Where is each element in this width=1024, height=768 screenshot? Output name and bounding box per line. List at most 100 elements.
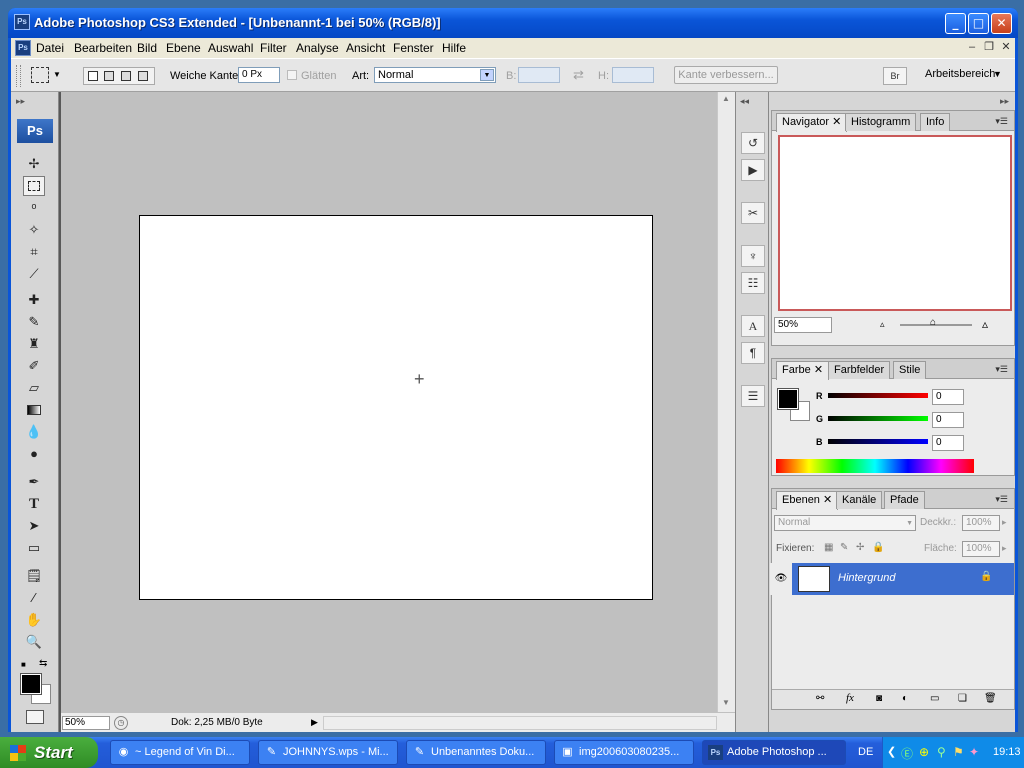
zoom-field[interactable]: 50% (62, 716, 110, 730)
options-grip[interactable] (16, 65, 21, 87)
close-icon[interactable]: ✕ (832, 116, 841, 128)
lock-transparency-icon[interactable]: ▦ (824, 542, 833, 553)
tab-pfade[interactable]: Pfade (884, 491, 925, 509)
character-panel-icon[interactable]: A (741, 315, 765, 337)
swap-icon[interactable]: ⇄ (573, 67, 584, 83)
eyedropper-tool-icon[interactable]: ⁄ (23, 588, 45, 608)
menu-datei[interactable]: Datei (36, 41, 64, 55)
panel-menu-icon[interactable]: ▾☰ (995, 364, 1008, 375)
tool-presets-panel-icon[interactable]: ✂ (741, 202, 765, 224)
fill-input[interactable]: 100% (962, 541, 1000, 557)
red-input[interactable]: 0 (932, 389, 964, 405)
layer-visibility-eye-icon[interactable]: 👁 (770, 563, 792, 595)
refine-edge-button[interactable]: Kante verbessern... (674, 66, 778, 84)
rectangle-tool-icon[interactable]: ▭ (23, 538, 45, 558)
tab-navigator[interactable]: Navigator ✕ (776, 113, 848, 132)
new-selection-icon[interactable] (88, 71, 98, 81)
taskbar-item-photoshop[interactable]: Ps Adobe Photoshop ... (702, 740, 846, 765)
tray-app-icon-4[interactable]: ⚑ (953, 745, 964, 759)
status-info-icon[interactable]: ◷ (114, 716, 128, 730)
taskbar-item-firefox[interactable]: ◉ ~ Legend of Vin Di... (110, 740, 250, 765)
paragraph-panel-icon[interactable]: ¶ (741, 342, 765, 364)
tab-farbfelder[interactable]: Farbfelder (828, 361, 891, 379)
workspace-menu[interactable]: Arbeitsbereich (925, 68, 995, 80)
tab-histogram[interactable]: Histogramm (845, 113, 917, 131)
blur-tool-icon[interactable]: 💧 (23, 422, 45, 442)
healing-brush-tool-icon[interactable]: ✚ (23, 290, 45, 310)
pen-tool-icon[interactable]: ✒ (23, 472, 45, 492)
layer-name[interactable]: Hintergrund (838, 572, 895, 584)
antialias-checkbox[interactable] (287, 70, 297, 80)
collapse-icon[interactable]: ▸▸ (16, 96, 25, 107)
doc-restore-button[interactable]: ❐ (982, 40, 996, 54)
rectangular-marquee-tool-icon[interactable] (23, 176, 45, 196)
lock-pixels-icon[interactable]: ✎ (840, 542, 848, 553)
history-brush-tool-icon[interactable]: ✐ (23, 356, 45, 376)
width-input[interactable] (518, 67, 560, 83)
zoom-slider-thumb-icon[interactable]: ⌂ (930, 317, 936, 328)
new-layer-icon[interactable]: ❏ (958, 693, 967, 704)
clone-source-panel-icon[interactable]: ☷ (741, 272, 765, 294)
crop-tool-icon[interactable]: ⌗ (23, 242, 45, 262)
magic-wand-tool-icon[interactable]: ✧ (23, 220, 45, 240)
close-button[interactable]: ✕ (991, 13, 1012, 34)
menu-ebene[interactable]: Ebene (166, 41, 201, 55)
navigator-preview[interactable] (778, 135, 1012, 311)
chevron-down-icon[interactable]: ▼ (993, 69, 1002, 79)
actions-panel-icon[interactable]: ▶ (741, 159, 765, 181)
menu-analyse[interactable]: Analyse (296, 41, 339, 55)
blue-input[interactable]: 0 (932, 435, 964, 451)
selection-mode-buttons[interactable] (83, 67, 155, 85)
path-selection-tool-icon[interactable]: ➤ (23, 516, 45, 536)
blue-slider[interactable] (828, 439, 928, 444)
language-indicator[interactable]: DE (858, 746, 873, 758)
link-layers-icon[interactable]: ⚯ (816, 693, 824, 704)
feather-input[interactable]: 0 Px (238, 67, 280, 83)
taskbar-item-works[interactable]: ✎ JOHNNYS.wps - Mi... (258, 740, 398, 765)
tray-arrow-icon[interactable]: ❮ (887, 745, 896, 758)
swap-colors-icon[interactable]: ⇆ (39, 658, 47, 669)
notes-tool-icon[interactable]: 🗒 (23, 566, 45, 586)
layer-mask-icon[interactable]: ◙ (876, 693, 882, 704)
taskbar-item-notepad[interactable]: ✎ Unbenanntes Doku... (406, 740, 546, 765)
opacity-input[interactable]: 100% (962, 515, 1000, 531)
document-icon[interactable]: Ps (15, 40, 31, 56)
minimize-button[interactable]: _ (945, 13, 966, 34)
taskbar-item-image[interactable]: ▣ img200603080235... (554, 740, 694, 765)
fill-arrow-icon[interactable]: ▸ (1002, 543, 1007, 554)
tray-app-icon-1[interactable]: Ⓔ (901, 745, 913, 762)
move-tool-icon[interactable]: ✢ (23, 154, 45, 174)
tray-app-icon-3[interactable]: ⚲ (937, 745, 946, 759)
foreground-color-swatch[interactable] (777, 388, 799, 410)
quick-mask-icon[interactable] (26, 710, 44, 724)
expand-icon[interactable]: ◂◂ (740, 96, 749, 107)
foreground-color-swatch[interactable] (20, 673, 42, 695)
clock[interactable]: 19:13 (993, 746, 1021, 758)
menu-bild[interactable]: Bild (137, 41, 157, 55)
title-bar[interactable]: Ps Adobe Photoshop CS3 Extended - [Unben… (8, 8, 1018, 38)
horizontal-scrollbar[interactable] (323, 716, 717, 730)
layer-row[interactable]: 👁 Hintergrund 🔒 (770, 563, 1014, 595)
doc-minimize-button[interactable]: – (965, 40, 979, 54)
tab-stile[interactable]: Stile (893, 361, 927, 379)
lock-position-icon[interactable]: ✢ (856, 542, 864, 553)
green-input[interactable]: 0 (932, 412, 964, 428)
close-icon[interactable]: ✕ (823, 494, 832, 506)
dodge-tool-icon[interactable]: ● (23, 444, 45, 464)
gradient-tool-icon[interactable] (23, 400, 45, 420)
green-slider[interactable] (828, 416, 928, 421)
menu-auswahl[interactable]: Auswahl (208, 41, 253, 55)
menu-bearbeiten[interactable]: Bearbeiten (74, 41, 132, 55)
zoom-tool-icon[interactable]: 🔍 (23, 632, 45, 652)
brush-tool-icon[interactable]: ✎ (23, 312, 45, 332)
slice-tool-icon[interactable]: ⟋ (23, 264, 45, 284)
subtract-selection-icon[interactable] (121, 71, 131, 81)
clone-stamp-tool-icon[interactable]: ♜ (23, 334, 45, 354)
status-menu-arrow-icon[interactable]: ▶ (311, 717, 318, 728)
zoom-out-icon[interactable]: ▵ (880, 319, 885, 330)
menu-fenster[interactable]: Fenster (393, 41, 434, 55)
history-panel-icon[interactable]: ↺ (741, 132, 765, 154)
tab-farbe[interactable]: Farbe ✕ (776, 361, 830, 380)
zoom-in-icon[interactable]: ▵ (982, 317, 988, 331)
close-icon[interactable]: ✕ (814, 364, 823, 376)
